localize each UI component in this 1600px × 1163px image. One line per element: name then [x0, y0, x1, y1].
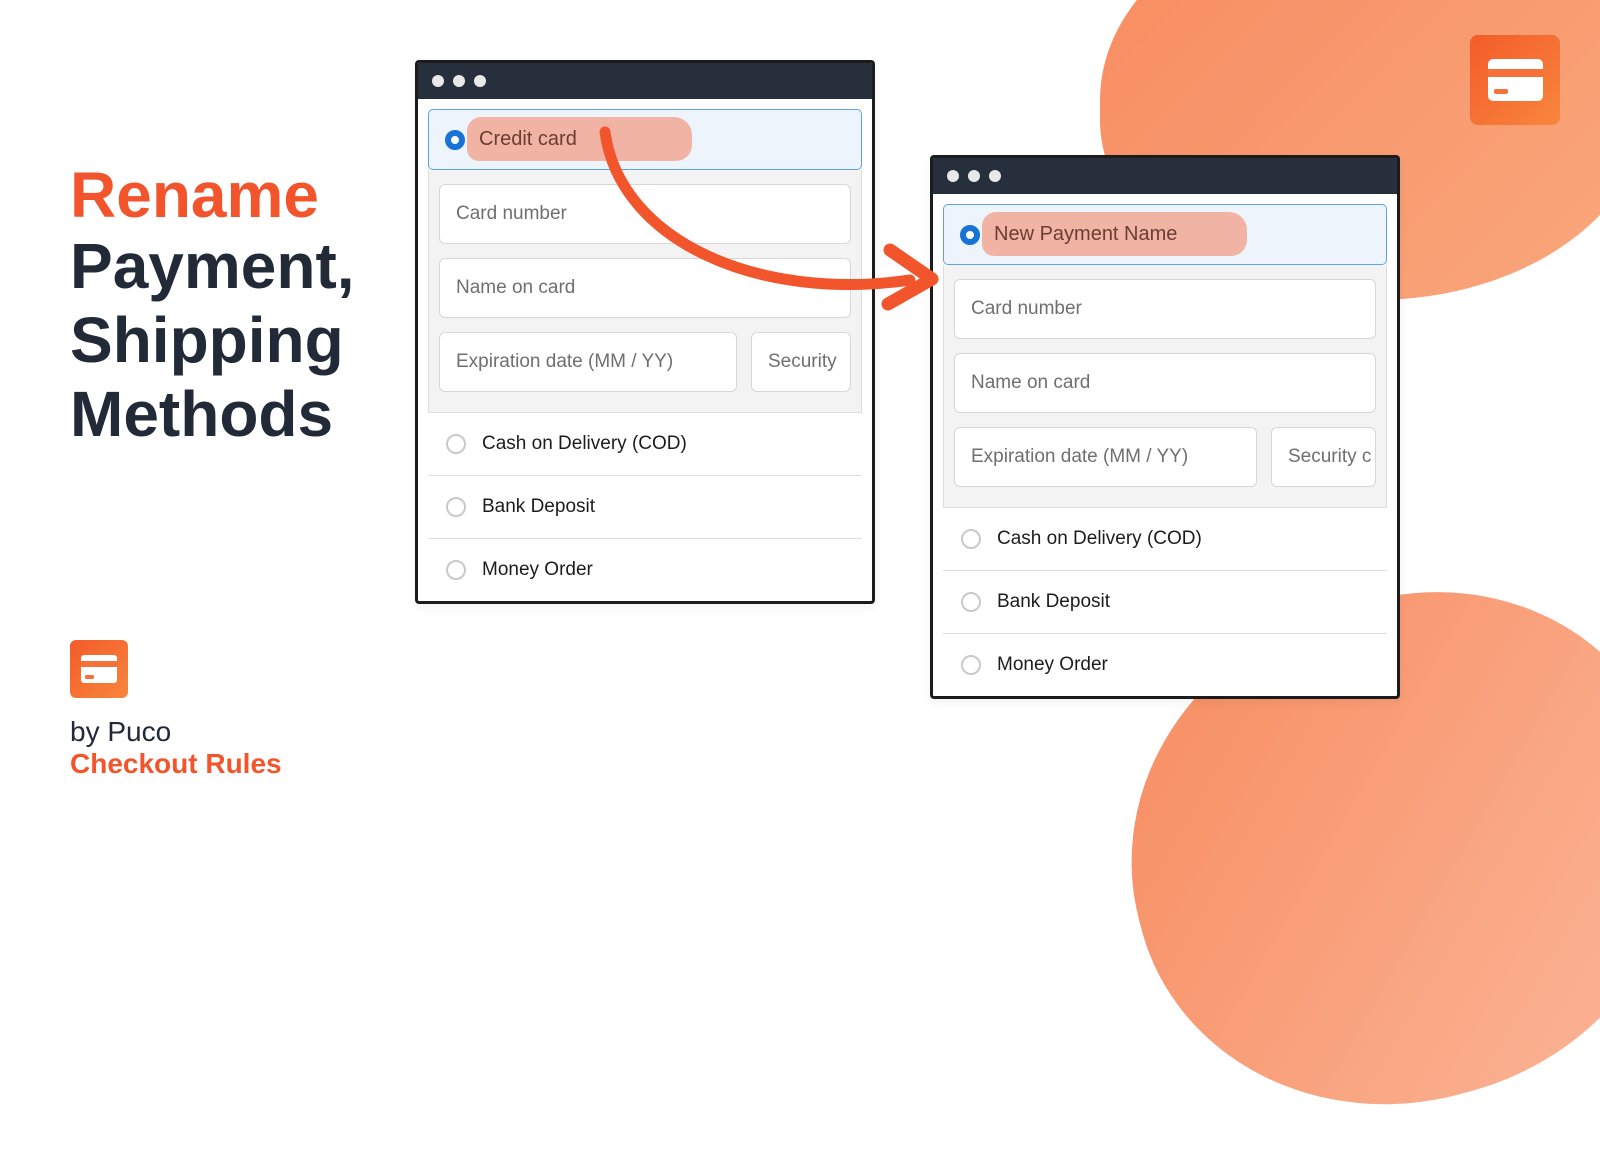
- headline-accent: Rename: [70, 160, 355, 230]
- card-number-input[interactable]: Card number: [439, 184, 851, 244]
- radio-unselected-icon[interactable]: [961, 655, 981, 675]
- radio-unselected-icon[interactable]: [961, 529, 981, 549]
- payment-method-option[interactable]: Bank Deposit: [943, 570, 1387, 633]
- checkout-window-before: Credit card Card number Name on card Exp…: [415, 60, 875, 604]
- window-control-dot[interactable]: [947, 170, 959, 182]
- radio-unselected-icon[interactable]: [446, 497, 466, 517]
- payment-method-option[interactable]: Cash on Delivery (COD): [428, 412, 862, 475]
- name-on-card-input[interactable]: Name on card: [954, 353, 1376, 413]
- brand-icon: [70, 640, 128, 698]
- window-control-dot[interactable]: [453, 75, 465, 87]
- payment-method-option[interactable]: Cash on Delivery (COD): [943, 507, 1387, 570]
- window-control-dot[interactable]: [474, 75, 486, 87]
- payment-method-label: Bank Deposit: [997, 591, 1110, 613]
- card-details-panel: Card number Name on card Expiration date…: [943, 265, 1387, 507]
- headline: Rename Payment, Shipping Methods: [70, 160, 355, 451]
- radio-selected-icon[interactable]: [960, 225, 980, 245]
- window-control-dot[interactable]: [989, 170, 1001, 182]
- brand-product: Checkout Rules: [70, 748, 282, 780]
- window-control-dot[interactable]: [432, 75, 444, 87]
- radio-selected-icon[interactable]: [445, 130, 465, 150]
- payment-method-selected[interactable]: Credit card: [428, 109, 862, 170]
- card-details-panel: Card number Name on card Expiration date…: [428, 170, 862, 412]
- headline-line-4: Methods: [70, 378, 355, 452]
- checkout-window-after: New Payment Name Card number Name on car…: [930, 155, 1400, 699]
- expiration-input[interactable]: Expiration date (MM / YY): [954, 427, 1257, 487]
- payment-method-label: Money Order: [482, 559, 593, 581]
- headline-line-3: Shipping: [70, 304, 355, 378]
- brand-byline: by Puco: [70, 716, 282, 748]
- payment-method-label: Cash on Delivery (COD): [997, 528, 1202, 550]
- radio-unselected-icon[interactable]: [446, 434, 466, 454]
- payment-method-option[interactable]: Money Order: [428, 538, 862, 601]
- payment-method-label: New Payment Name: [994, 223, 1177, 246]
- window-titlebar: [933, 158, 1397, 194]
- radio-unselected-icon[interactable]: [446, 560, 466, 580]
- payment-method-label: Cash on Delivery (COD): [482, 433, 687, 455]
- payment-method-label: Credit card: [479, 128, 577, 151]
- credit-card-icon: [1470, 35, 1560, 125]
- radio-unselected-icon[interactable]: [961, 592, 981, 612]
- payment-method-option[interactable]: Money Order: [943, 633, 1387, 696]
- name-on-card-input[interactable]: Name on card: [439, 258, 851, 318]
- window-control-dot[interactable]: [968, 170, 980, 182]
- payment-method-label: Money Order: [997, 654, 1108, 676]
- window-titlebar: [418, 63, 872, 99]
- card-number-input[interactable]: Card number: [954, 279, 1376, 339]
- payment-method-label: Bank Deposit: [482, 496, 595, 518]
- security-code-input[interactable]: Security: [751, 332, 851, 392]
- headline-line-2: Payment,: [70, 230, 355, 304]
- brand-block: by Puco Checkout Rules: [70, 640, 282, 780]
- expiration-input[interactable]: Expiration date (MM / YY): [439, 332, 737, 392]
- payment-method-option[interactable]: Bank Deposit: [428, 475, 862, 538]
- security-code-input[interactable]: Security c: [1271, 427, 1376, 487]
- payment-method-selected[interactable]: New Payment Name: [943, 204, 1387, 265]
